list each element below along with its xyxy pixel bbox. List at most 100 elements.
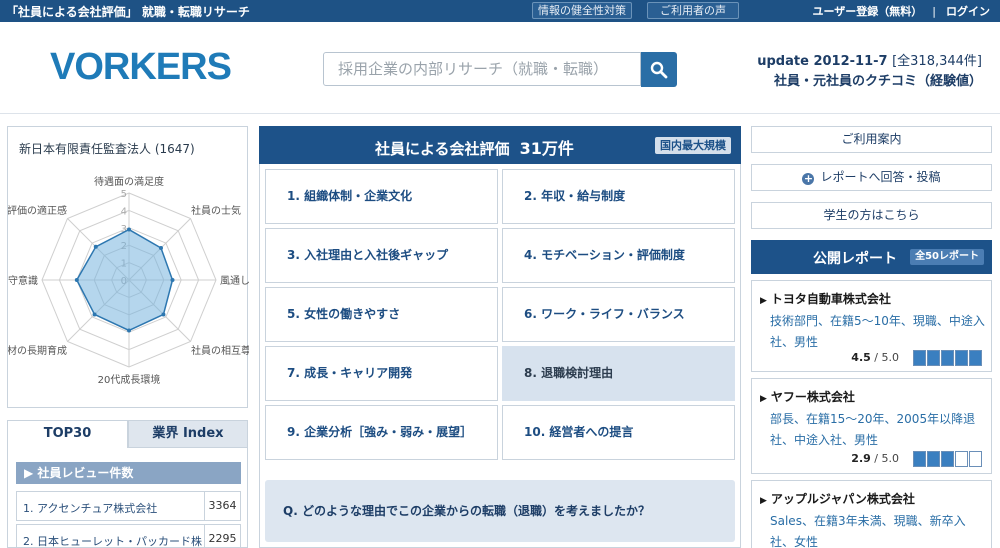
ranking-panel: ▶ 社員レビュー件数 1. アクセンチュア株式会社 3364 2. 日本ヒューレ… <box>7 447 248 548</box>
largest-badge: 国内最大規模 <box>655 137 731 154</box>
rating-segment <box>955 350 968 366</box>
login-link[interactable]: ログイン <box>946 5 990 18</box>
report-score-max: / 5.0 <box>874 351 899 364</box>
report-description: Sales、在籍3年未満、現職、新卒入社、女性 <box>770 514 966 548</box>
report-score: 4.5 / 5.0 <box>851 351 899 364</box>
update-date: update 2012-11-7 <box>757 54 888 69</box>
category-9[interactable]: 9. 企業分析［強み・弱み・展望］ <box>265 405 498 460</box>
report-company[interactable]: ▶ アップルジャパン株式会社 <box>760 490 915 507</box>
rating-segment <box>913 451 926 467</box>
radar-point <box>74 278 79 282</box>
radar-tick-label: 4 <box>121 206 127 217</box>
tab-industry-index[interactable]: 業界 Index <box>128 420 248 448</box>
public-reports-title: 公開レポート <box>813 251 897 267</box>
report-score-value: 2.9 <box>851 452 871 465</box>
header: VORKERS update 2012-11-7 [全318,344件] 社員・… <box>0 22 1000 114</box>
ranking-tabs: TOP30 業界 Index <box>7 420 248 448</box>
category-2[interactable]: 2. 年収・給与制度 <box>502 169 735 224</box>
evaluation-header: 社員による会社評価 31万件 国内最大規模 <box>259 126 741 164</box>
post-report-button[interactable]: + レポートへ回答・投稿 <box>751 164 992 191</box>
category-8[interactable]: 8. 退職検討理由 <box>502 346 735 401</box>
ranking-row[interactable]: 1. アクセンチュア株式会社 3364 <box>16 491 241 521</box>
radar-axis-label: 社員の相互尊重 <box>191 344 249 357</box>
evaluation-title: 社員による会社評価 31万件 <box>375 135 574 159</box>
update-info: update 2012-11-7 [全318,344件] 社員・元社員のクチコミ… <box>757 52 982 92</box>
triangle-right-icon: ▶ <box>760 296 767 306</box>
logo-text: VORKERS <box>50 46 232 88</box>
triangle-right-icon: ▶ <box>760 496 767 506</box>
report-score-value: 4.5 <box>851 351 871 364</box>
radar-point <box>93 244 98 249</box>
category-7[interactable]: 7. 成長・キャリア開発 <box>265 346 498 401</box>
rating-segment <box>927 451 940 467</box>
logo[interactable]: VORKERS <box>50 46 232 89</box>
info-integrity-button[interactable]: 情報の健全性対策 <box>532 2 632 19</box>
radar-axis-label: 待遇面の満足度 <box>94 175 164 188</box>
category-5[interactable]: 5. 女性の働きやすさ <box>265 287 498 342</box>
radar-point <box>92 312 97 317</box>
category-3[interactable]: 3. 入社理由と入社後ギャップ <box>265 228 498 283</box>
category-6[interactable]: 6. ワーク・ライフ・バランス <box>502 287 735 342</box>
rating-segment <box>941 451 954 467</box>
ranking-count: 2295 <box>204 525 240 548</box>
ranking-heading: ▶ 社員レビュー件数 <box>16 462 241 484</box>
radar-point <box>127 227 131 232</box>
radar-point <box>127 328 131 333</box>
rating-segment <box>969 451 982 467</box>
report-company-name: トヨタ自動車株式会社 <box>770 292 891 306</box>
students-button[interactable]: 学生の方はこちら <box>751 202 992 229</box>
search-icon <box>650 61 668 79</box>
report-description: 部長、在籍15～20年、2005年以降退社、中途入社、男性 <box>770 412 976 447</box>
ranking-count: 3364 <box>204 492 240 520</box>
report-company[interactable]: ▶ トヨタ自動車株式会社 <box>760 290 891 307</box>
radar-axis-label: 社員の士気 <box>191 204 241 217</box>
ranking-heading-label: 社員レビュー件数 <box>37 466 134 480</box>
radar-axis-label: 人事評価の適正感 <box>8 204 67 217</box>
radar-axis-label: 20代成長環境 <box>98 373 161 386</box>
radar-point <box>170 278 175 282</box>
post-report-label: レポートへ回答・投稿 <box>820 170 941 184</box>
company-score-panel: 新日本有限責任監査法人 (1647) 543210待遇面の満足度社員の士気風通し… <box>7 126 249 408</box>
rating-segment <box>969 350 982 366</box>
rating-bar <box>913 451 982 467</box>
search-input[interactable] <box>323 52 641 86</box>
report-score-max: / 5.0 <box>874 452 899 465</box>
ranking-company[interactable]: 1. アクセンチュア株式会社 <box>23 500 157 516</box>
rating-segment <box>955 451 968 467</box>
rating-bar <box>913 350 982 366</box>
tab-top30[interactable]: TOP30 <box>7 420 128 448</box>
radar-axis-label: 風通しの良さ <box>220 274 249 287</box>
top-bar: 「社員による会社評価」 就職・転職リサーチ 情報の健全性対策 ご利用者の声 ユー… <box>0 0 1000 22</box>
user-voice-button[interactable]: ご利用者の声 <box>647 2 739 19</box>
report-company-name: アップルジャパン株式会社 <box>770 492 915 506</box>
guide-button[interactable]: ご利用案内 <box>751 126 992 153</box>
ranking-company[interactable]: 2. 日本ヒューレット・パッカード株 <box>23 533 202 548</box>
register-link[interactable]: ユーザー登録（無料） <box>813 5 923 18</box>
plus-circle-icon: + <box>802 172 815 185</box>
company-name[interactable]: 新日本有限責任監査法人 (1647) <box>19 140 195 157</box>
report-score: 2.9 / 5.0 <box>851 452 899 465</box>
evaluation-count: 31万件 <box>519 139 574 158</box>
report-company[interactable]: ▶ ヤフー株式会社 <box>760 388 855 405</box>
radar-point <box>161 312 166 317</box>
report-card[interactable]: ▶ トヨタ自動車株式会社 技術部門、在籍5～10年、現職、中途入社、男性 4.5 … <box>751 280 992 372</box>
radar-tick-label: 5 <box>121 189 127 200</box>
category-10[interactable]: 10. 経営者への提言 <box>502 405 735 460</box>
search-button[interactable] <box>641 52 677 87</box>
public-reports-header: 公開レポート 全50レポート <box>751 240 992 274</box>
category-1[interactable]: 1. 組織体制・企業文化 <box>265 169 498 224</box>
ranking-row[interactable]: 2. 日本ヒューレット・パッカード株 2295 <box>16 524 241 548</box>
category-4[interactable]: 4. モチベーション・評価制度 <box>502 228 735 283</box>
update-count: [全318,344件] <box>892 54 982 69</box>
radar-axis-label: 法令順守意識 <box>8 274 38 287</box>
account-links: ユーザー登録（無料） | ログイン <box>813 3 991 19</box>
update-subtitle: 社員・元社員のクチコミ（経験値） <box>773 74 982 89</box>
report-description: 技術部門、在籍5～10年、現職、中途入社、男性 <box>770 314 985 349</box>
question-box: Q. どのような理由でこの企業からの転職（退職）を考えましたか？ <box>265 480 735 542</box>
report-count-badge[interactable]: 全50レポート <box>910 249 984 265</box>
radar-point <box>158 246 163 251</box>
report-card[interactable]: ▶ ヤフー株式会社 部長、在籍15～20年、2005年以降退社、中途入社、男性 2… <box>751 378 992 474</box>
rating-segment <box>913 350 926 366</box>
separator: | <box>932 5 936 18</box>
report-card[interactable]: ▶ アップルジャパン株式会社 Sales、在籍3年未満、現職、新卒入社、女性 <box>751 480 992 548</box>
